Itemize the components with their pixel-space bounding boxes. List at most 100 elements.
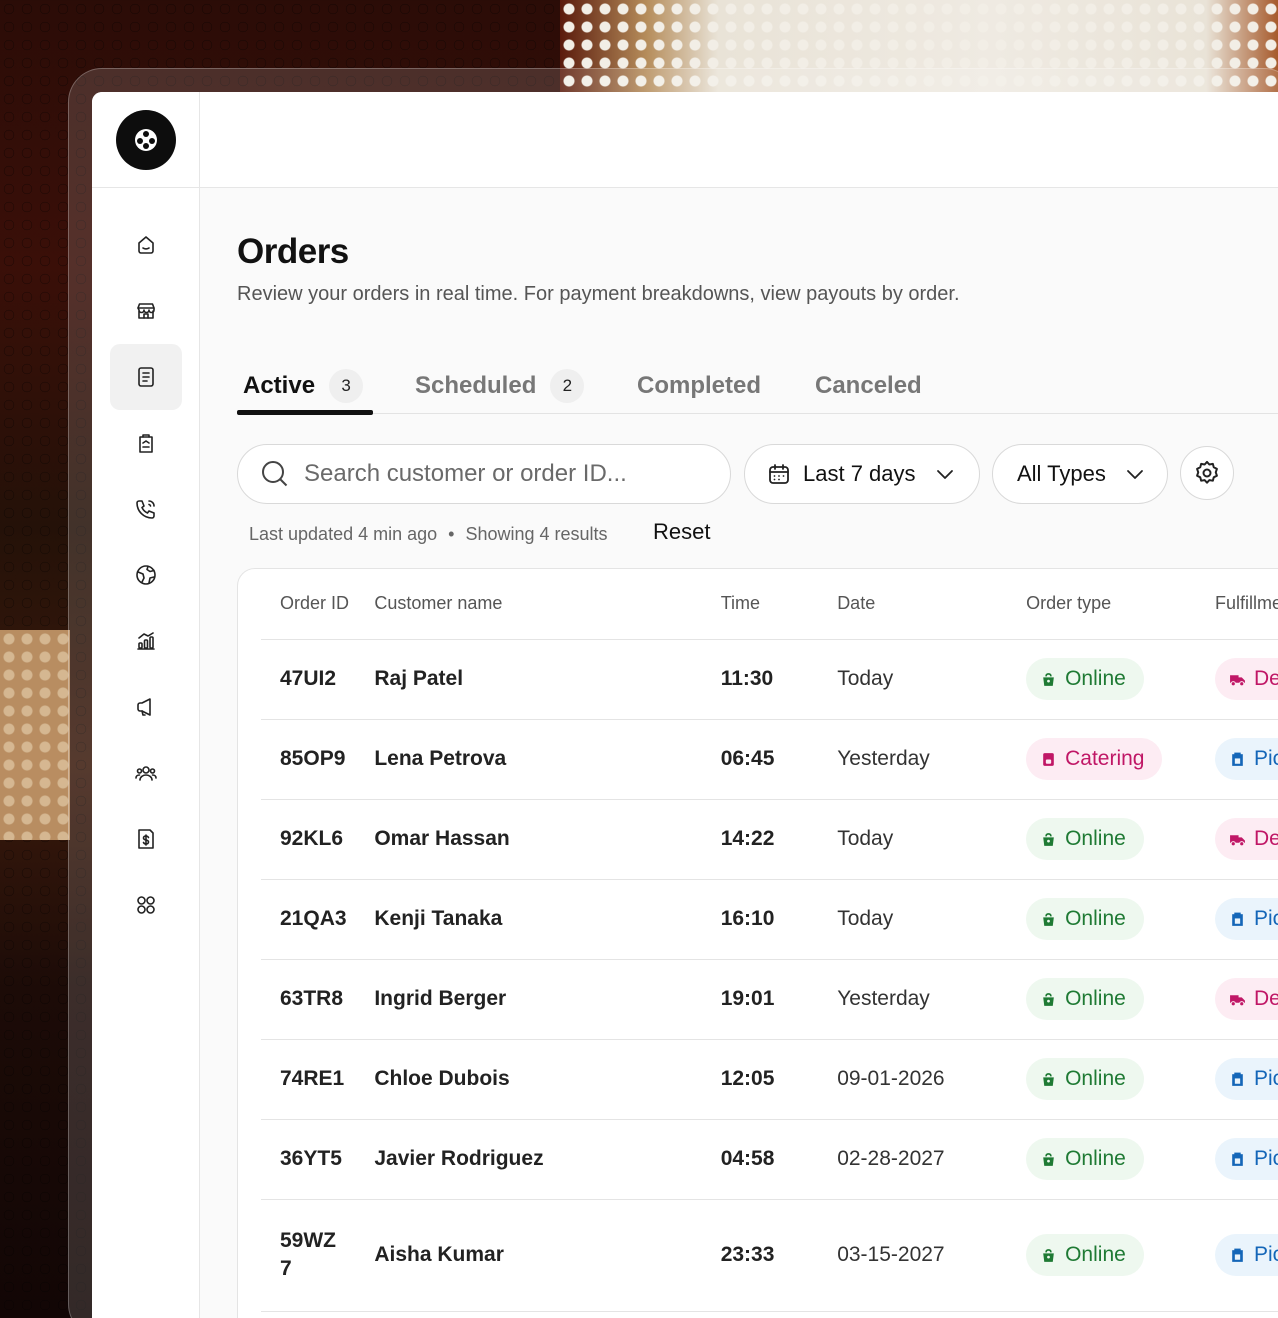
tab-scheduled[interactable]: Scheduled 2 (415, 366, 585, 406)
order-type-cell: Online (1026, 959, 1215, 1040)
page-title: Orders (237, 232, 349, 271)
tab-label: Canceled (815, 372, 922, 399)
tab-label: Completed (637, 372, 762, 399)
column-header-fulfillment[interactable]: Fulfillment (1215, 569, 1278, 640)
search-box (237, 444, 731, 504)
sidebar-item-marketing[interactable] (110, 674, 182, 740)
settings-button[interactable] (1180, 446, 1234, 500)
customer-name-cell: Kenji Tanaka (374, 879, 721, 960)
order-type-label: Online (1065, 907, 1126, 930)
date-range-dropdown[interactable]: Last 7 days (744, 444, 980, 504)
table-row[interactable]: 74RE1 Chloe Dubois 12:05 09-01-2026 Online Pi… (261, 1039, 1278, 1120)
order-id-cell: 21QA3 (261, 879, 375, 960)
pickup-icon (1232, 752, 1243, 766)
type-filter-dropdown[interactable]: All Types (992, 444, 1168, 504)
orders-table-card: Order ID Customer name Time Date Order t… (237, 568, 1278, 1318)
tab-active[interactable]: Active 3 (243, 366, 364, 406)
date-cell: Yesterday (837, 959, 1027, 1040)
filter-bar: Last 7 days All Types (237, 444, 1278, 504)
table-row[interactable]: 92KL6 Omar Hassan14:22Today Online Deliv (261, 799, 1278, 880)
orders-table: Order ID Customer name Time Date Order t… (261, 569, 1278, 1312)
customer-name-cell: Ingrid Berger (374, 959, 721, 1040)
analytics-icon (137, 632, 155, 650)
fulfillment-cell: Picku (1215, 719, 1278, 800)
table-row[interactable]: 59WZ 7 Aisha Kumar 23:33 03-15-2027 Online Pi… (261, 1199, 1278, 1312)
pickup-icon (1232, 912, 1243, 926)
fulfillment-badge: Deliv (1215, 978, 1278, 1020)
column-header-customer[interactable]: Customer name (374, 569, 721, 640)
sidebar-item-calls[interactable] (110, 476, 182, 542)
order-type-label: Online (1065, 827, 1126, 850)
table-row[interactable]: 63TR8 Ingrid Berger 19:01 Yesterday Online De… (261, 959, 1278, 1040)
date-cell: 02-28-2027 (837, 1119, 1027, 1200)
column-header-order-id[interactable]: Order ID (261, 569, 375, 640)
time-cell: 06:45 (720, 719, 838, 800)
table-row[interactable]: 47UI2 Raj Patel11:30Today Online Deliv (261, 639, 1278, 720)
order-type-badge: Online (1026, 1234, 1144, 1276)
search-input[interactable] (304, 460, 704, 488)
table-row[interactable]: 85OP9 Lena Petrova 06:45 Yesterday Catering P… (261, 719, 1278, 800)
fulfillment-cell: Picku (1215, 1119, 1278, 1200)
date-cell: 09-01-2026 (837, 1039, 1027, 1120)
order-type-cell: Online (1026, 1199, 1215, 1312)
delivery-icon (1230, 994, 1245, 1006)
sidebar-item-store[interactable] (110, 278, 182, 344)
chevron-down-icon (1126, 470, 1143, 479)
sidebar-item-analytics[interactable] (110, 608, 182, 674)
column-header-date[interactable]: Date (837, 569, 1027, 640)
fulfillment-label: Picku (1254, 747, 1278, 770)
order-type-badge: Online (1026, 1058, 1144, 1100)
fulfillment-cell: Deliv (1215, 799, 1278, 880)
sidebar-item-orders[interactable] (110, 344, 182, 410)
fulfillment-badge: Deliv (1215, 658, 1278, 700)
bag-icon (1043, 1152, 1054, 1166)
sidebar-item-home[interactable] (110, 212, 182, 278)
table-row[interactable]: 21QA3 Kenji Tanaka16:10Today Online Picku (261, 879, 1278, 960)
order-id-cell: 92KL6 (261, 799, 375, 880)
logo[interactable] (116, 110, 176, 170)
customer-name-cell: Lena Petrova (374, 719, 721, 800)
sidebar-item-online[interactable] (110, 542, 182, 608)
tab-label: Scheduled (415, 372, 537, 399)
fulfillment-cell: Deliv (1215, 639, 1278, 720)
app-window: Orders Review your orders in real time. … (92, 92, 1278, 1318)
column-header-time[interactable]: Time (720, 569, 838, 640)
customer-name-cell: Javier Rodriguez (374, 1119, 721, 1200)
orders-icon (138, 367, 154, 387)
order-id: 63TR8 (280, 987, 344, 1010)
sidebar-divider (92, 187, 200, 188)
tab-count-badge: 2 (550, 369, 585, 403)
reset-button[interactable]: Reset (653, 519, 710, 545)
customer-name-cell: Aisha Kumar (374, 1199, 721, 1312)
time-cell: 04:58 (720, 1119, 838, 1200)
tab-canceled[interactable]: Canceled (815, 366, 922, 406)
time-cell: 19:01 (720, 959, 838, 1040)
fulfillment-label: Deliv (1254, 987, 1278, 1010)
sidebar-item-payouts[interactable] (110, 806, 182, 872)
fulfillment-badge: Picku (1215, 1058, 1278, 1100)
sidebar-item-apps[interactable] (110, 872, 182, 938)
table-row[interactable]: 36YT5 Javier Rodriguez 04:58 02-28-2027 Onli… (261, 1119, 1278, 1200)
phone-icon (136, 500, 155, 519)
sidebar-item-customers[interactable] (110, 740, 182, 806)
order-id-cell: 74RE1 (261, 1039, 375, 1120)
results-meta: Last updated 4 min ago • Showing 4 resul… (249, 524, 608, 545)
order-type-badge: Online (1026, 978, 1144, 1020)
payouts-icon (138, 829, 154, 849)
customer-name-cell: Chloe Dubois (374, 1039, 721, 1120)
time-cell: 14:22 (720, 799, 838, 880)
catering-icon (1043, 752, 1054, 766)
column-header-order-type[interactable]: Order type (1026, 569, 1215, 640)
tab-count-badge: 3 (329, 369, 364, 403)
sidebar-item-menu[interactable] (110, 410, 182, 476)
megaphone-icon (137, 698, 151, 716)
order-id: 74RE1 (280, 1067, 345, 1090)
order-type-cell: Online (1026, 1039, 1215, 1120)
order-type-label: Catering (1065, 747, 1145, 770)
logo-mark-icon (135, 129, 157, 151)
time-cell: 11:30 (720, 639, 838, 720)
fulfillment-badge: Picku (1215, 1234, 1278, 1276)
tab-completed[interactable]: Completed (637, 366, 761, 406)
order-type-cell: Online (1026, 879, 1215, 960)
order-type-label: Online (1065, 987, 1126, 1010)
